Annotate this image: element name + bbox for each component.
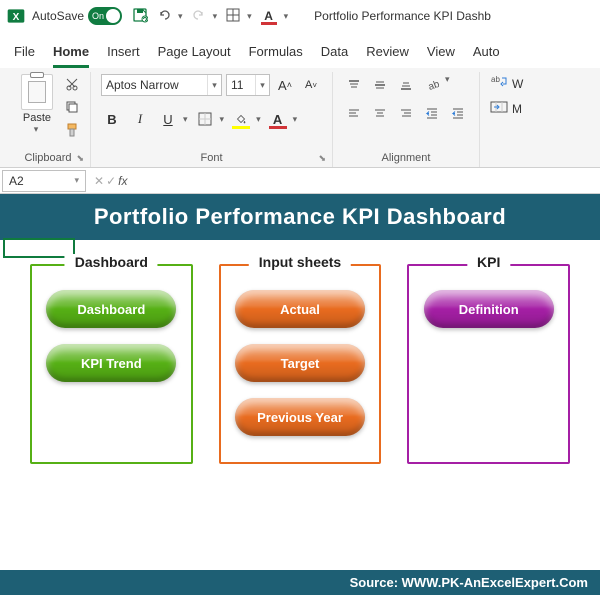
align-bottom-icon[interactable] — [395, 74, 417, 96]
tab-file[interactable]: File — [14, 44, 35, 68]
merge-icon[interactable] — [490, 99, 508, 118]
borders-button[interactable] — [194, 108, 216, 130]
redo-icon[interactable] — [191, 7, 207, 26]
excel-logo-icon: X — [6, 6, 26, 26]
tab-formulas[interactable]: Formulas — [249, 44, 303, 68]
font-size-combo[interactable]: 11 ▾ — [226, 74, 270, 96]
ribbon: Paste ▾ Clipboard⬊ Aptos Narrow ▾ 11 ▾ — [0, 68, 600, 168]
panel-title: Input sheets — [249, 254, 351, 270]
dialog-launcher-icon[interactable]: ⬊ — [318, 153, 326, 164]
nav-button-actual[interactable]: Actual — [235, 290, 365, 328]
tab-home[interactable]: Home — [53, 44, 89, 68]
dashboard-panels: Dashboard Dashboard KPI Trend Input shee… — [0, 240, 600, 476]
borders-icon[interactable] — [225, 7, 241, 26]
title-bar: X AutoSave On ▾ ▾ ▾ A▾ Portfolio Perform… — [0, 0, 600, 32]
align-left-icon[interactable] — [343, 102, 365, 124]
chevron-down-icon: ▾ — [74, 175, 79, 186]
undo-icon[interactable] — [156, 7, 172, 26]
cancel-fx-icon[interactable]: ✕ — [94, 174, 104, 188]
tab-review[interactable]: Review — [366, 44, 409, 68]
toggle-switch-icon: On — [88, 7, 122, 25]
paste-button[interactable] — [21, 74, 53, 110]
nav-button-target[interactable]: Target — [235, 344, 365, 382]
alignment-group-label: Alignment — [343, 152, 469, 167]
copy-icon[interactable] — [64, 99, 80, 118]
chevron-down-icon: ▾ — [255, 75, 269, 95]
chevron-down-icon: ▾ — [207, 75, 221, 95]
paste-dropdown-icon[interactable]: ▾ — [34, 124, 39, 135]
align-middle-icon[interactable] — [369, 74, 391, 96]
tab-page-layout[interactable]: Page Layout — [158, 44, 231, 68]
enter-fx-icon[interactable]: ✓ — [106, 174, 116, 188]
panel-input-sheets: Input sheets Actual Target Previous Year — [219, 264, 382, 464]
undo-dropdown-icon[interactable]: ▾ — [178, 11, 183, 22]
italic-button[interactable]: I — [129, 108, 151, 130]
ribbon-tabs: File Home Insert Page Layout Formulas Da… — [0, 32, 600, 68]
orientation-icon[interactable]: ab — [421, 74, 443, 96]
nav-button-definition[interactable]: Definition — [424, 290, 554, 328]
svg-text:ab: ab — [491, 75, 500, 84]
svg-text:X: X — [13, 12, 20, 23]
formula-input[interactable] — [133, 170, 600, 192]
panel-kpi: KPI Definition — [407, 264, 570, 464]
tab-automate[interactable]: Auto — [473, 44, 500, 68]
group-font: Aptos Narrow ▾ 11 ▾ A˄ A˅ B I U▾ ▾ ▾ A▾ … — [91, 72, 333, 167]
svg-text:ab: ab — [427, 79, 439, 92]
dialog-launcher-icon[interactable]: ⬊ — [76, 153, 84, 164]
group-clipboard: Paste ▾ Clipboard⬊ — [6, 72, 91, 167]
nav-button-previous-year[interactable]: Previous Year — [235, 398, 365, 436]
cut-icon[interactable] — [64, 76, 80, 95]
align-right-icon[interactable] — [395, 102, 417, 124]
fill-color-button[interactable] — [230, 108, 252, 130]
fx-icon[interactable]: fx — [118, 174, 127, 188]
quick-access-toolbar: ▾ ▾ ▾ A▾ — [132, 7, 288, 26]
name-box[interactable]: A2▾ — [2, 170, 86, 192]
panel-title: KPI — [467, 254, 510, 270]
tab-insert[interactable]: Insert — [107, 44, 140, 68]
tab-view[interactable]: View — [427, 44, 455, 68]
nav-button-kpi-trend[interactable]: KPI Trend — [46, 344, 176, 382]
source-footer: Source: WWW.PK-AnExcelExpert.Com — [0, 570, 600, 595]
increase-font-icon[interactable]: A˄ — [274, 74, 296, 96]
worksheet-area[interactable]: Portfolio Performance KPI Dashboard Dash… — [0, 194, 600, 595]
underline-button[interactable]: U — [157, 108, 179, 130]
font-name-combo[interactable]: Aptos Narrow ▾ — [101, 74, 222, 96]
paste-label: Paste — [23, 112, 51, 124]
font-color-qat-icon[interactable]: A — [260, 7, 278, 25]
clipboard-group-label: Clipboard⬊ — [16, 152, 80, 167]
increase-indent-icon[interactable] — [447, 102, 469, 124]
panel-title: Dashboard — [65, 254, 158, 270]
font-color-button[interactable]: A — [267, 108, 289, 130]
format-painter-icon[interactable] — [64, 122, 80, 141]
decrease-font-icon[interactable]: A˅ — [300, 74, 322, 96]
save-icon[interactable] — [132, 7, 148, 26]
window-title: Portfolio Performance KPI Dashb — [314, 9, 491, 23]
dashboard-title: Portfolio Performance KPI Dashboard — [0, 194, 600, 240]
align-center-icon[interactable] — [369, 102, 391, 124]
tab-data[interactable]: Data — [321, 44, 348, 68]
wrap-text-icon[interactable]: ab — [490, 74, 508, 93]
autosave-toggle[interactable]: AutoSave On — [32, 7, 122, 25]
align-top-icon[interactable] — [343, 74, 365, 96]
formula-bar: A2▾ ✕ ✓ fx — [0, 168, 600, 194]
bold-button[interactable]: B — [101, 108, 123, 130]
group-wrap: abW M — [480, 72, 533, 167]
decrease-indent-icon[interactable] — [421, 102, 443, 124]
group-alignment: ab▾ Alignment — [333, 72, 480, 167]
nav-button-dashboard[interactable]: Dashboard — [46, 290, 176, 328]
autosave-label: AutoSave — [32, 9, 84, 23]
panel-dashboard: Dashboard Dashboard KPI Trend — [30, 264, 193, 464]
redo-dropdown-icon[interactable]: ▾ — [213, 11, 218, 22]
font-group-label: Font⬊ — [101, 152, 322, 167]
